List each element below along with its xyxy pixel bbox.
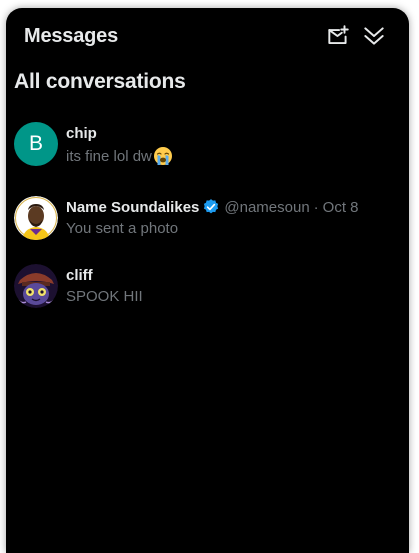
separator-dot: · [313, 198, 319, 216]
conversation-preview: SPOOK HII [66, 288, 143, 305]
conversation-name: cliff [66, 266, 93, 284]
section-title: All conversations [14, 70, 186, 93]
conversation-item[interactable]: B chip its fine lol dw [6, 118, 409, 182]
drawer-title: Messages [24, 25, 119, 47]
conversation-header: chip [66, 123, 97, 143]
profile-photo-icon [14, 196, 58, 240]
conversation-name: Name Soundalikes [66, 198, 200, 216]
double-chevron-down-icon[interactable] [361, 23, 387, 49]
avatar-letter: B [14, 122, 58, 166]
loudly-crying-face-icon [153, 146, 173, 166]
avatar [14, 264, 58, 308]
drawer-header[interactable]: Messages [6, 8, 409, 64]
conversation-header: Name Soundalikes @namesoun · Oct 8 [66, 197, 359, 217]
verified-badge-icon [202, 198, 220, 216]
preview-text: SPOOK HII [66, 288, 143, 305]
avatar [14, 196, 58, 240]
preview-text: its fine lol dw [66, 147, 152, 165]
conversation-name: chip [66, 124, 97, 142]
conversation-header: cliff [66, 265, 93, 285]
conversation-date: Oct 8 [322, 198, 359, 216]
avatar: B [14, 122, 58, 166]
conversation-preview: its fine lol dw [66, 146, 173, 166]
conversation-item[interactable]: Name Soundalikes @namesoun · Oct 8 You s… [6, 192, 409, 256]
conversation-handle: @namesoun [224, 198, 310, 216]
profile-photo-cartoon-icon [14, 264, 58, 308]
preview-text: You sent a photo [66, 220, 179, 237]
conversation-item[interactable]: cliff SPOOK HII [6, 260, 409, 324]
conversation-preview: You sent a photo [66, 220, 178, 237]
new-message-icon[interactable] [325, 23, 351, 49]
messages-drawer: Messages All conversations B chip its fi [6, 8, 409, 553]
